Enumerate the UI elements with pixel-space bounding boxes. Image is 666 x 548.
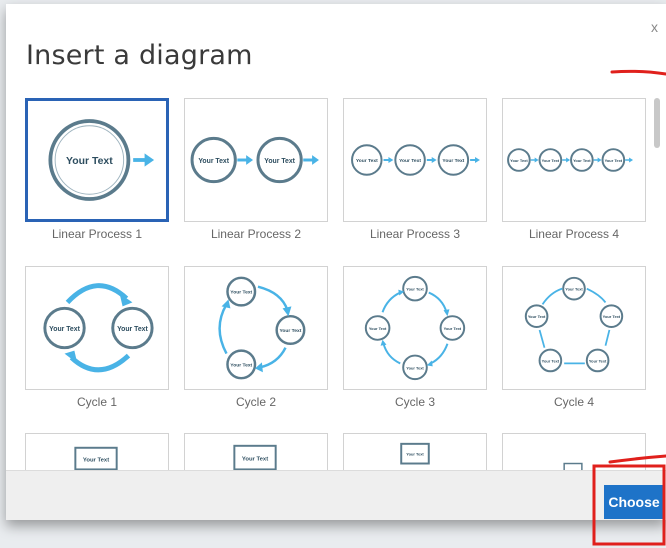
svg-text:Your Text: Your Text [542,158,560,163]
tile-label: Linear Process 2 [210,227,302,241]
close-icon[interactable]: x [651,19,658,35]
svg-text:Your Text: Your Text [198,158,229,165]
linear-process-1-thumbnail: Your Text [48,119,155,201]
tile-linear-process-3[interactable]: Your Text Your Text Your Text [343,98,487,222]
svg-text:Your Text: Your Text [605,158,623,163]
svg-text:Your Text: Your Text [230,290,252,296]
svg-text:Your Text: Your Text [603,314,621,319]
choose-button[interactable]: Choose [604,485,664,519]
svg-text:Your Text: Your Text [264,158,295,165]
svg-text:Your Text: Your Text [83,458,109,464]
svg-text:Your Text: Your Text [279,328,301,334]
svg-text:Your Text: Your Text [406,365,424,370]
hierarchy-4-thumbnail [563,462,583,470]
cycle-3-thumbnail: Your Text Your Text Your Text Your Text [364,275,466,381]
tile-cycle-4[interactable]: Your Text Your Text Your Text Your Text … [502,266,646,390]
svg-text:Your Text: Your Text [117,326,148,333]
svg-text:Your Text: Your Text [406,452,424,457]
hierarchy-2-thumbnail: Your Text [233,444,277,470]
cycle-1-thumbnail: Your Text Your Text [43,283,154,373]
svg-text:Your Text: Your Text [510,158,528,163]
svg-text:Your Text: Your Text [542,358,560,363]
tile-cycle-3[interactable]: Your Text Your Text Your Text Your Text [343,266,487,390]
placeholder-text: Your Text [66,156,113,167]
svg-text:Your Text: Your Text [442,158,464,164]
tile-hierarchy-2[interactable]: Your Text [184,433,328,470]
linear-process-2-thumbnail: Your Text Your Text [190,136,319,184]
tile-linear-process-1[interactable]: Your Text [25,98,169,222]
tile-label: Linear Process 3 [369,227,461,241]
scrollbar-thumb[interactable] [654,98,660,148]
svg-text:Your Text: Your Text [589,358,607,363]
tile-label: Linear Process 1 [51,227,143,241]
tile-label: Linear Process 4 [528,227,620,241]
svg-text:Your Text: Your Text [528,314,546,319]
tile-label: Cycle 3 [394,395,435,409]
linear-process-4-thumbnail: Your Text Your Text Your Text Your Text [507,148,634,172]
tile-label: Cycle 2 [235,395,276,409]
tile-hierarchy-3[interactable]: Your Text [343,433,487,470]
tile-cycle-2[interactable]: Your Text Your Text Your Text [184,266,328,390]
svg-text:Your Text: Your Text [399,158,421,164]
hierarchy-3-thumbnail: Your Text [400,442,430,465]
hierarchy-1-thumbnail: Your Text [74,446,118,470]
cycle-2-thumbnail: Your Text Your Text Your Text [218,276,306,380]
tile-linear-process-2[interactable]: Your Text Your Text [184,98,328,222]
vertical-scrollbar[interactable] [652,90,662,470]
tile-cycle-1[interactable]: Your Text Your Text [25,266,169,390]
tile-linear-process-4[interactable]: Your Text Your Text Your Text Your Text [502,98,646,222]
tile-hierarchy-4[interactable] [502,433,646,470]
dialog-footer: Choose [6,470,666,520]
svg-text:Your Text: Your Text [356,158,378,164]
svg-text:Your Text: Your Text [565,287,583,292]
tile-hierarchy-1[interactable]: Your Text [25,433,169,470]
svg-text:Your Text: Your Text [49,326,80,333]
diagram-grid[interactable]: Your Text Linear Process 1 Your Text You… [6,90,658,470]
svg-text:Your Text: Your Text [406,287,424,292]
svg-text:Your Text: Your Text [444,326,462,331]
svg-text:Your Text: Your Text [573,158,591,163]
svg-text:Your Text: Your Text [242,457,268,463]
tile-label: Cycle 1 [76,395,117,409]
insert-diagram-dialog: Insert a diagram x Your Text Linear Proc… [6,4,666,520]
linear-process-3-thumbnail: Your Text Your Text Your Text [351,144,480,176]
tile-label: Cycle 4 [553,395,594,409]
svg-text:Your Text: Your Text [369,326,387,331]
cycle-4-thumbnail: Your Text Your Text Your Text Your Text … [524,276,624,373]
svg-text:Your Text: Your Text [230,362,252,368]
dialog-title: Insert a diagram [26,40,253,71]
